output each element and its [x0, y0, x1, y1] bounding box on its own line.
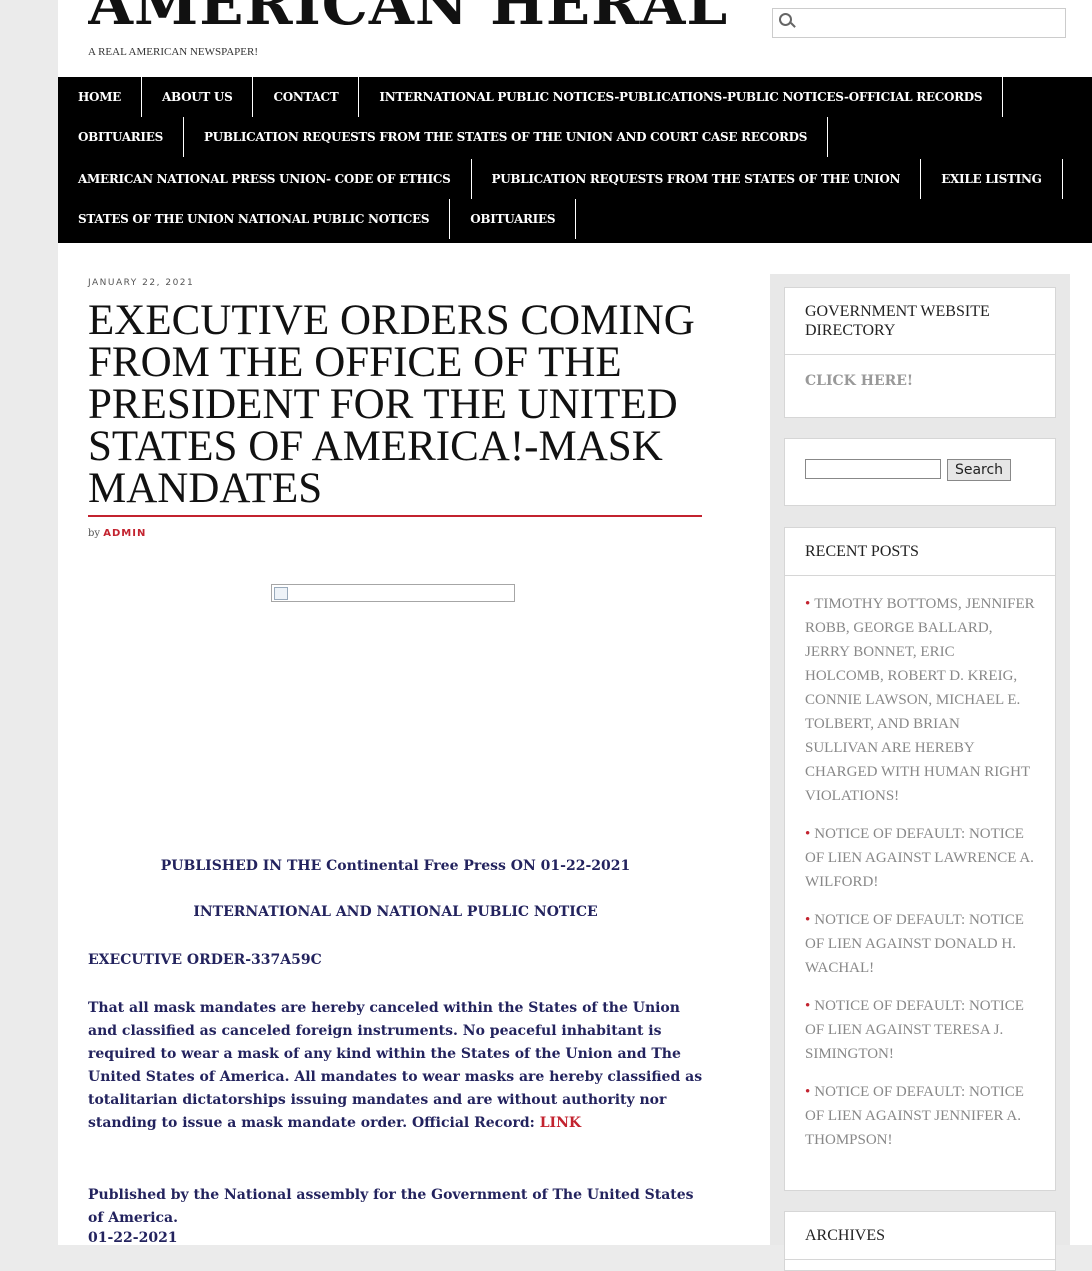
nav-item-international-public-notices[interactable]: INTERNATIONAL PUBLIC NOTICES-PUBLICATION… — [359, 77, 1004, 117]
nav-item-obituaries-2[interactable]: OBITUARIES — [450, 199, 577, 239]
recent-post-item[interactable]: • NOTICE OF DEFAULT: NOTICE OF LIEN AGAIN… — [805, 822, 1035, 894]
bullet-icon: • — [805, 998, 811, 1014]
site-masthead[interactable]: AMERICAN HERALD — [88, 0, 728, 45]
nav-item-home[interactable]: HOME — [58, 77, 143, 117]
bullet-icon: • — [805, 1084, 811, 1100]
search-icon — [779, 13, 792, 26]
image-placeholder-icon — [274, 587, 288, 600]
footer-date: 01-22-2021 — [88, 1230, 178, 1246]
byline: by ADMIN — [88, 528, 146, 539]
nav-item-about-us[interactable]: ABOUT US — [142, 77, 254, 117]
nav-row-1: HOME ABOUT US CONTACT INTERNATIONAL PUBL… — [58, 77, 1004, 117]
order-body-text: That all mask mandates are hereby cancel… — [88, 1000, 703, 1131]
recent-post-link[interactable]: NOTICE OF DEFAULT: NOTICE OF LIEN AGAINS… — [805, 998, 1024, 1062]
sidebar-search-input[interactable] — [805, 459, 941, 479]
nav-item-publication-requests-court-cases[interactable]: PUBLICATION REQUESTS FROM THE STATES OF … — [184, 117, 829, 157]
official-record-link[interactable]: LINK — [540, 1115, 581, 1131]
nav-item-obituaries[interactable]: OBITUARIES — [58, 117, 184, 157]
recent-posts-widget: RECENT POSTS • TIMOTHY BOTTOMS, JENNIFER … — [784, 527, 1056, 1191]
nav-item-press-union-ethics[interactable]: AMERICAN NATIONAL PRESS UNION- CODE OF E… — [58, 159, 472, 199]
order-body: That all mask mandates are hereby cancel… — [88, 997, 703, 1135]
post-date: JANUARY 22, 2021 — [88, 278, 195, 288]
site-tagline: A REAL AMERICAN NEWSPAPER! — [88, 46, 259, 58]
author-link[interactable]: ADMIN — [103, 528, 146, 539]
recent-posts-list: • TIMOTHY BOTTOMS, JENNIFER ROBB, GEORGE … — [785, 576, 1055, 1152]
recent-post-item[interactable]: • TIMOTHY BOTTOMS, JENNIFER ROBB, GEORGE … — [805, 592, 1035, 808]
recent-post-item[interactable]: • NOTICE OF DEFAULT: NOTICE OF LIEN AGAIN… — [805, 1080, 1035, 1152]
directory-widget: GOVERNMENT WEBSITE DIRECTORY CLICK HERE! — [784, 287, 1056, 418]
sidebar-search-button[interactable]: Search — [947, 459, 1011, 481]
recent-post-item[interactable]: • NOTICE OF DEFAULT: NOTICE OF LIEN AGAIN… — [805, 908, 1035, 980]
post-title: EXECUTIVE ORDERS COMING FROM THE OFFICE … — [88, 297, 695, 512]
title-divider — [88, 515, 702, 517]
byline-label: by — [88, 528, 101, 539]
header-search-input[interactable] — [799, 12, 1063, 36]
recent-post-item[interactable]: • NOTICE OF DEFAULT: NOTICE OF LIEN AGAIN… — [805, 994, 1035, 1066]
order-number: EXECUTIVE ORDER-337A59C — [88, 952, 322, 968]
recent-post-link[interactable]: NOTICE OF DEFAULT: NOTICE OF LIEN AGAINS… — [805, 1084, 1024, 1148]
nav-item-contact[interactable]: CONTACT — [253, 77, 360, 117]
bullet-icon: • — [805, 912, 811, 928]
directory-title: GOVERNMENT WEBSITE DIRECTORY — [785, 288, 1055, 355]
nav-row-4: STATES OF THE UNION NATIONAL PUBLIC NOTI… — [58, 199, 577, 239]
archives-title: ARCHIVES — [785, 1212, 1055, 1260]
broken-image — [271, 584, 515, 602]
bullet-icon: • — [805, 826, 811, 842]
nav-item-publication-requests[interactable]: PUBLICATION REQUESTS FROM THE STATES OF … — [472, 159, 922, 199]
nav-row-3: AMERICAN NATIONAL PRESS UNION- CODE OF E… — [58, 159, 1063, 199]
nav-item-exile-listing[interactable]: EXILE LISTING — [921, 159, 1063, 199]
recent-post-link[interactable]: NOTICE OF DEFAULT: NOTICE OF LIEN AGAINS… — [805, 826, 1034, 890]
recent-post-link[interactable]: NOTICE OF DEFAULT: NOTICE OF LIEN AGAINS… — [805, 912, 1024, 976]
header-search[interactable] — [772, 8, 1066, 38]
search-widget: Search — [784, 438, 1056, 506]
recent-post-link[interactable]: TIMOTHY BOTTOMS, JENNIFER ROBB, GEORGE B… — [805, 596, 1035, 804]
notice-heading: INTERNATIONAL AND NATIONAL PUBLIC NOTICE — [193, 904, 598, 920]
archives-widget: ARCHIVES — [784, 1211, 1056, 1271]
sidebar: GOVERNMENT WEBSITE DIRECTORY CLICK HERE!… — [770, 274, 1070, 1271]
bullet-icon: • — [805, 596, 811, 612]
nav-row-2: OBITUARIES PUBLICATION REQUESTS FROM THE… — [58, 117, 829, 157]
published-by: Published by the National assembly for t… — [88, 1187, 694, 1226]
site-title[interactable]: AMERICAN HERALD — [88, 0, 728, 38]
recent-posts-title: RECENT POSTS — [785, 528, 1055, 576]
directory-link[interactable]: CLICK HERE! — [785, 355, 1055, 407]
nav-item-national-public-notices[interactable]: STATES OF THE UNION NATIONAL PUBLIC NOTI… — [58, 199, 451, 239]
page: AMERICAN HERALD A REAL AMERICAN NEWSPAPE… — [58, 0, 1092, 1271]
main-nav: HOME ABOUT US CONTACT INTERNATIONAL PUBL… — [58, 77, 1092, 243]
published-line: PUBLISHED IN THE Continental Free Press … — [160, 858, 631, 874]
